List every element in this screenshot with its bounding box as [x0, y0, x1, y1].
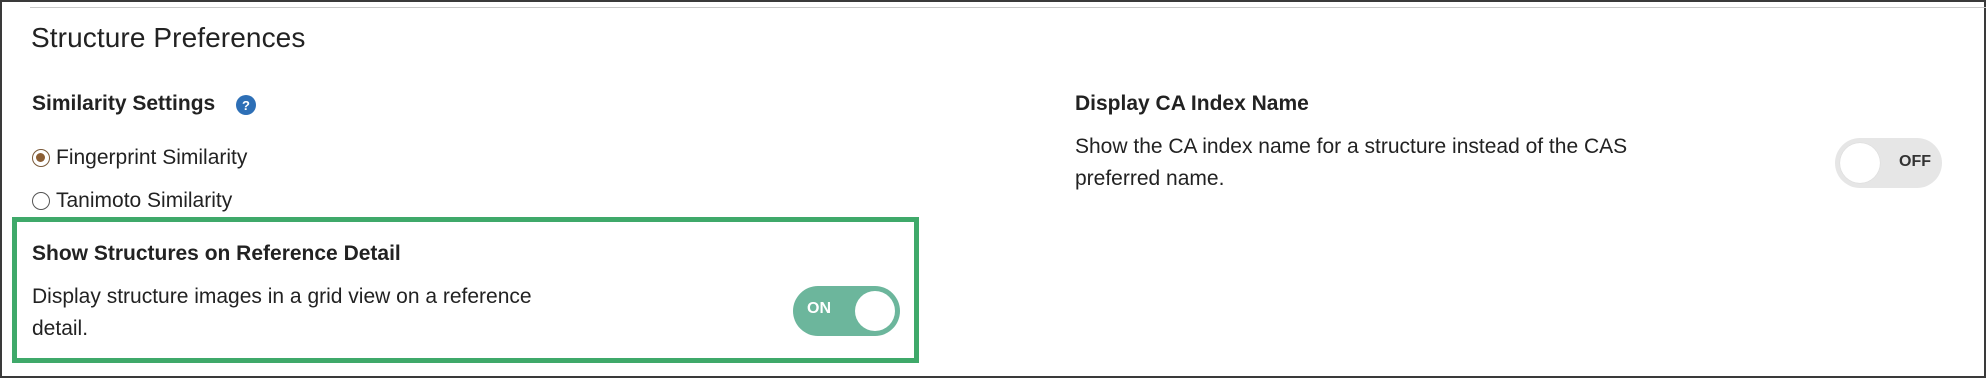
radio-tanimoto-similarity[interactable]: Tanimoto Similarity — [32, 189, 232, 213]
toggle-knob — [855, 291, 895, 331]
toggle-off-label: OFF — [1899, 153, 1931, 170]
preferences-panel: Structure Preferences Similarity Setting… — [0, 0, 1986, 378]
similarity-settings-title: Similarity Settings — [32, 92, 216, 115]
reference-detail-description: Display structure images in a grid view … — [32, 285, 532, 340]
ca-index-description: Show the CA index name for a structure i… — [1075, 135, 1628, 190]
radio-label: Fingerprint Similarity — [56, 146, 248, 169]
ca-index-title: Display CA Index Name — [1075, 92, 1309, 115]
radio-button-unchecked[interactable] — [32, 192, 50, 210]
radio-label: Tanimoto Similarity — [56, 189, 233, 212]
section-title: Structure Preferences — [31, 22, 306, 53]
question-circle-icon[interactable]: ? — [236, 95, 256, 115]
top-divider — [30, 7, 1986, 8]
reference-detail-toggle[interactable]: ON — [793, 286, 900, 336]
ca-index-toggle[interactable]: OFF — [1835, 138, 1942, 188]
radio-fingerprint-similarity[interactable]: Fingerprint Similarity — [32, 146, 247, 170]
toggle-on-label: ON — [807, 300, 831, 317]
radio-button-checked[interactable] — [32, 149, 50, 167]
reference-detail-title: Show Structures on Reference Detail — [32, 242, 401, 265]
toggle-knob — [1840, 143, 1880, 183]
